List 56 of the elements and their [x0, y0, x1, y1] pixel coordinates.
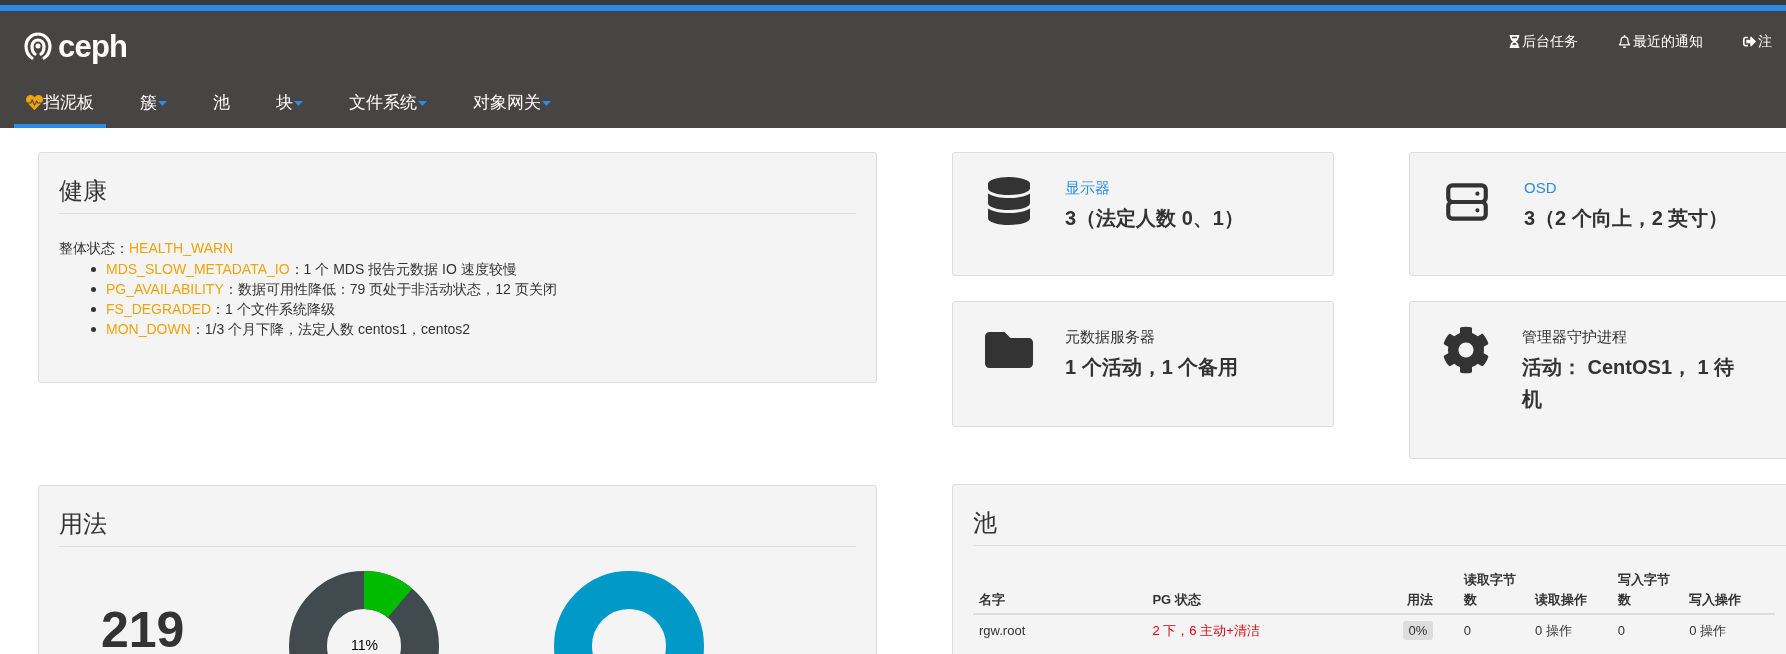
- column-header: 名字: [973, 566, 1147, 614]
- health-check-code: MDS_SLOW_METADATA_IO: [106, 260, 290, 279]
- column-header: 读取操作: [1529, 566, 1612, 614]
- nav-tab[interactable]: 簇: [128, 81, 179, 128]
- column-header: 写入字节数: [1611, 566, 1684, 614]
- table-cell: 2 下，6 主动+清洁: [1146, 614, 1401, 647]
- bullet-icon: [91, 306, 96, 312]
- column-header: PG 状态: [1146, 566, 1401, 614]
- health-check-text: ：1 个文件系统降级: [211, 300, 335, 319]
- panel-title: 池: [973, 505, 1786, 546]
- heartbeat-icon: [26, 94, 43, 111]
- card-value: 1 个活动，1 个备用: [1065, 354, 1239, 380]
- brand-name: ceph: [58, 30, 128, 62]
- table-cell: 0 操作: [1529, 614, 1612, 647]
- health-check-text: ：1 个 MDS 报告元数据 IO 速度较慢: [289, 260, 517, 279]
- status-label: 整体状态：: [59, 239, 129, 258]
- table-cell: 0: [1457, 614, 1530, 647]
- column-header: 用法: [1400, 566, 1458, 614]
- usage-total: 219: [101, 605, 185, 654]
- card-title: 管理器守护进程: [1522, 327, 1628, 347]
- nav-tab[interactable]: 池: [201, 81, 242, 128]
- logout-icon: [1743, 35, 1756, 48]
- panel-title: 健康: [59, 173, 856, 214]
- bullet-icon: [91, 326, 96, 332]
- nav-tab[interactable]: 对象网关: [461, 81, 563, 128]
- donut-percent-label: 11%: [349, 636, 379, 654]
- health-check-text: ：1/3 个月下降，法定人数 centos1，centos2: [190, 320, 471, 339]
- hourglass-icon: [1509, 35, 1520, 48]
- health-check-code: FS_DEGRADED: [106, 300, 212, 319]
- nav-tab[interactable]: 块: [264, 81, 315, 128]
- table-cell: rgw.root: [973, 614, 1147, 647]
- card-value: 3（法定人数 0、1）: [1065, 205, 1244, 231]
- column-header: 写入操作: [1683, 566, 1775, 614]
- header-link[interactable]: 注: [1743, 31, 1772, 52]
- bullet-icon: [91, 286, 96, 292]
- card-title: 元数据服务器: [1065, 327, 1156, 347]
- header-link[interactable]: 最近的通知: [1618, 31, 1703, 52]
- header-link[interactable]: 后台任务: [1509, 31, 1578, 52]
- table-cell: 0 操作: [1683, 614, 1775, 647]
- health-check-code: MON_DOWN: [106, 320, 191, 339]
- column-header: 读取字节数: [1457, 566, 1530, 614]
- card-value: 活动： CentOS1， 1 待机: [1522, 354, 1736, 412]
- usage-badge: 0%: [1402, 621, 1434, 640]
- health-status: HEALTH_WARN: [129, 239, 234, 258]
- database-icon: [985, 177, 1033, 225]
- card-value: 3（2 个向上，2 英寸）: [1524, 205, 1729, 231]
- nav-tab[interactable]: 文件系统: [337, 81, 439, 128]
- panel-title: 用法: [59, 506, 856, 547]
- health-check-text: ：数据可用性降低：79 页处于非活动状态，12 页关闭: [223, 280, 557, 299]
- bullet-icon: [91, 266, 96, 272]
- settings-icon: [1442, 326, 1490, 374]
- nav-tab[interactable]: 挡泥板: [14, 81, 106, 128]
- ceph-logo-icon: [24, 31, 52, 61]
- health-check-code: PG_AVAILABILITY: [106, 280, 224, 299]
- bell-icon: [1618, 35, 1631, 48]
- table-cell: 0: [1611, 614, 1684, 647]
